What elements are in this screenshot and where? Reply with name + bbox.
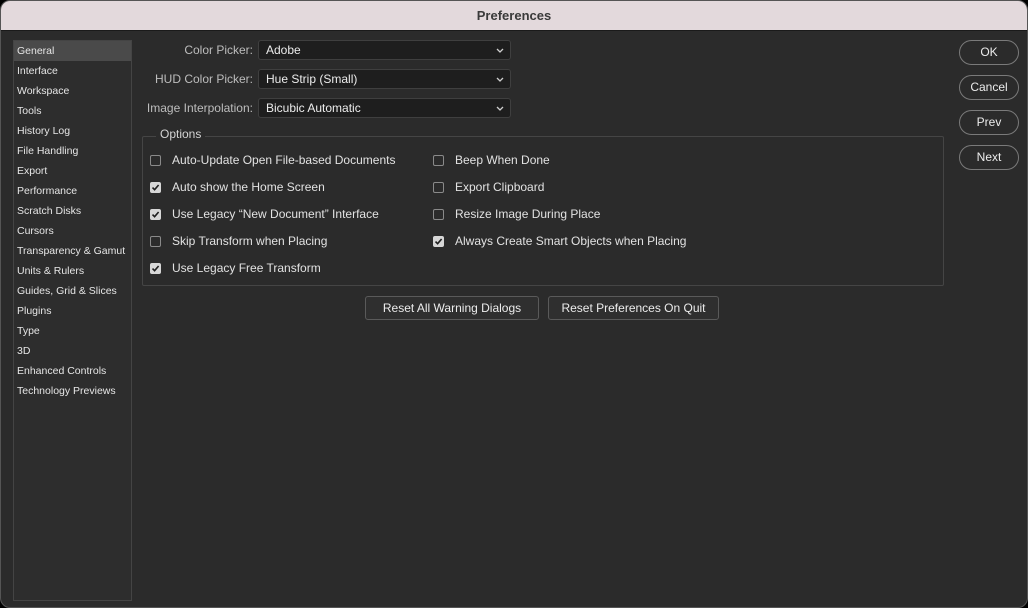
color-picker-label: Color Picker: [184,43,253,57]
option-label: Resize Image During Place [455,207,601,221]
checkbox[interactable] [150,262,161,274]
option-label: Use Legacy “New Document” Interface [172,207,379,221]
hud-color-picker-value: Hue Strip (Small) [266,72,358,86]
checkmark-icon [151,210,160,218]
sidebar-item-file-handling[interactable]: File Handling [14,141,131,161]
option-auto-show-home-screen[interactable]: Auto show the Home Screen [150,179,325,195]
option-label: Auto show the Home Screen [172,180,325,194]
sidebar-item-plugins[interactable]: Plugins [14,301,131,321]
reset-warning-dialogs-button[interactable]: Reset All Warning Dialogs [365,296,539,320]
sidebar-item-guides-grid-slices[interactable]: Guides, Grid & Slices [14,281,131,301]
checkbox[interactable] [433,208,444,220]
color-picker-value: Adobe [266,43,301,57]
hud-color-picker-label: HUD Color Picker: [154,72,253,86]
option-label: Always Create Smart Objects when Placing [455,234,687,248]
checkmark-icon [434,237,443,245]
sidebar-item-workspace[interactable]: Workspace [14,81,131,101]
option-legacy-new-document[interactable]: Use Legacy “New Document” Interface [150,206,379,222]
option-beep-when-done[interactable]: Beep When Done [433,152,550,168]
color-picker-select[interactable]: Adobe [258,40,511,60]
sidebar-item-enhanced-controls[interactable]: Enhanced Controls [14,361,131,381]
sidebar-item-type[interactable]: Type [14,321,131,341]
image-interpolation-label: Image Interpolation: [146,101,253,115]
sidebar-item-scratch-disks[interactable]: Scratch Disks [14,201,131,221]
hud-color-picker-select[interactable]: Hue Strip (Small) [258,69,511,89]
sidebar-item-cursors[interactable]: Cursors [14,221,131,241]
option-label: Beep When Done [455,153,550,167]
option-auto-update-documents[interactable]: Auto-Update Open File-based Documents [150,152,395,168]
ok-button[interactable]: OK [959,40,1019,65]
checkbox[interactable] [433,235,444,247]
option-export-clipboard[interactable]: Export Clipboard [433,179,544,195]
checkmark-icon [151,183,160,191]
sidebar-item-3d[interactable]: 3D [14,341,131,361]
checkbox[interactable] [433,154,444,166]
sidebar-item-performance[interactable]: Performance [14,181,131,201]
checkbox[interactable] [150,235,161,247]
option-always-create-smart-objects[interactable]: Always Create Smart Objects when Placing [433,233,686,249]
checkbox[interactable] [150,181,161,193]
image-interpolation-value: Bicubic Automatic [266,101,361,115]
sidebar-item-units-rulers[interactable]: Units & Rulers [14,261,131,281]
reset-preferences-button[interactable]: Reset Preferences On Quit [548,296,719,320]
checkbox[interactable] [433,181,444,193]
chevron-down-icon [496,77,504,82]
preferences-window: Preferences General Interface Workspace … [0,0,1028,608]
sidebar-item-transparency-gamut[interactable]: Transparency & Gamut [14,241,131,261]
sidebar-item-general[interactable]: General [14,41,131,61]
option-label: Auto-Update Open File-based Documents [172,153,396,167]
option-legacy-free-transform[interactable]: Use Legacy Free Transform [150,260,321,276]
checkmark-icon [151,264,160,272]
sidebar-item-export[interactable]: Export [14,161,131,181]
prev-button[interactable]: Prev [959,110,1019,135]
chevron-down-icon [496,48,504,53]
sidebar-item-technology-previews[interactable]: Technology Previews [14,381,131,401]
sidebar-item-history-log[interactable]: History Log [14,121,131,141]
option-skip-transform[interactable]: Skip Transform when Placing [150,233,327,249]
sidebar-item-interface[interactable]: Interface [14,61,131,81]
cancel-button[interactable]: Cancel [959,75,1019,100]
option-label: Skip Transform when Placing [172,234,328,248]
sidebar-item-tools[interactable]: Tools [14,101,131,121]
option-label: Export Clipboard [455,180,545,194]
checkbox[interactable] [150,154,161,166]
preferences-sidebar: General Interface Workspace Tools Histor… [13,40,132,601]
chevron-down-icon [496,106,504,111]
option-resize-image-during-place[interactable]: Resize Image During Place [433,206,600,222]
image-interpolation-select[interactable]: Bicubic Automatic [258,98,511,118]
checkbox[interactable] [150,208,161,220]
options-group-title: Options [156,127,206,141]
window-title: Preferences [476,8,552,23]
title-bar: Preferences [1,1,1027,31]
next-button[interactable]: Next [959,145,1019,170]
option-label: Use Legacy Free Transform [172,261,321,275]
